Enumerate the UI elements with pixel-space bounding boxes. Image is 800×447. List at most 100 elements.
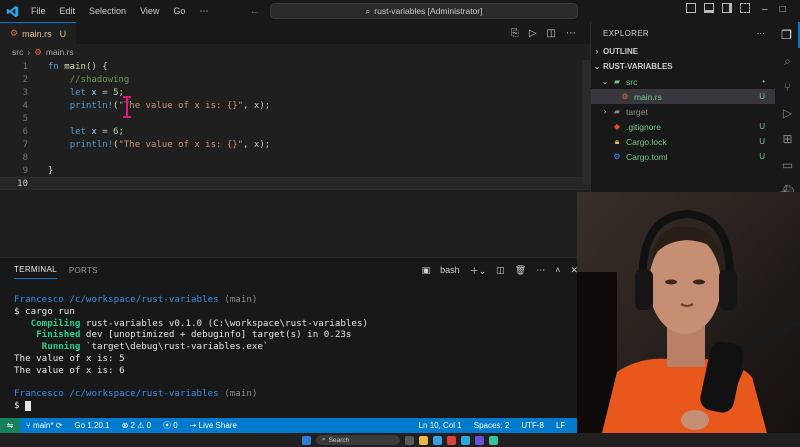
new-terminal-icon[interactable]: ＋⌄	[470, 264, 487, 277]
code-token: println!	[69, 100, 114, 111]
explorer-icon[interactable]: ❐	[775, 22, 800, 48]
menu-file[interactable]: File	[24, 6, 53, 17]
toggle-panel-icon[interactable]	[704, 3, 714, 13]
warnings-count: ⚠ 0	[137, 421, 152, 430]
toggle-secondary-sidebar-icon[interactable]	[722, 3, 732, 13]
terminal-text: (main)	[218, 388, 258, 400]
terminal-prompt: $	[14, 400, 26, 412]
more-icon[interactable]: ⋯	[536, 265, 545, 276]
terminal-cursor	[25, 400, 32, 411]
split-terminal-icon[interactable]: ◫	[496, 265, 505, 276]
outline-section[interactable]: › OUTLINE	[591, 44, 775, 59]
tree-item-main-rs[interactable]: ⚙ main.rs U	[591, 89, 775, 104]
tree-item-gitignore[interactable]: ◆ .gitignore U	[591, 119, 775, 134]
tree-item-target[interactable]: › ▰ target	[591, 104, 775, 119]
run-icon[interactable]: ▷	[529, 28, 537, 39]
code-line: 1 fn main() {	[0, 60, 590, 73]
split-editor-icon[interactable]: ◫	[547, 28, 556, 39]
remote-indicator-icon[interactable]: ⇋	[0, 418, 20, 433]
code-line: 5	[0, 112, 590, 125]
terminal-text: Francesco	[14, 388, 64, 400]
os-taskbar: ⌕ Search	[0, 433, 800, 447]
run-debug-icon[interactable]: ▷	[775, 100, 800, 126]
code-token: let	[69, 87, 86, 98]
terminal-text: Compiling	[14, 317, 81, 329]
menu-edit[interactable]: Edit	[53, 6, 83, 17]
code-editor[interactable]: 1 fn main() { 2 //shadowing 3 let x = 5; …	[0, 60, 590, 190]
toggle-primary-sidebar-icon[interactable]	[686, 3, 696, 13]
menu-go[interactable]: Go	[166, 6, 192, 17]
more-actions-icon[interactable]: ⋯	[566, 28, 576, 39]
maximize-panel-icon[interactable]: ˄	[555, 265, 560, 275]
editor-scrollbar[interactable]	[582, 60, 590, 185]
editor-area: ⚙ main.rs U ⎘ ▷ ◫ ⋯ src › ⚙ main.rs 1 fn …	[0, 22, 590, 257]
remote-explorer-icon[interactable]: ▭	[775, 152, 800, 178]
chevron-right-icon: ›	[603, 107, 607, 116]
tree-item-cargo-toml[interactable]: ⚙ Cargo.toml U	[591, 149, 775, 164]
terminal-line: Compiling rust-variables v0.1.0 (C:\work…	[14, 318, 368, 330]
git-status: U	[759, 92, 765, 101]
tree-item-label: Cargo.lock	[626, 136, 667, 147]
tree-item-label: Cargo.toml	[626, 151, 668, 162]
menu-bar: File Edit Selection View Go ⋯	[24, 6, 215, 17]
folder-icon: ▰	[613, 107, 621, 116]
menu-selection[interactable]: Selection	[82, 6, 133, 17]
tab-git-status: U	[59, 28, 67, 39]
status-bar-right: Ln 10, Col 1 Spaces: 2 UTF-8 LF rs	[413, 421, 590, 430]
source-control-icon[interactable]: ⑂	[775, 74, 800, 100]
browser-icon[interactable]	[433, 435, 442, 445]
customize-layout-icon[interactable]	[740, 3, 750, 13]
tree-item-src[interactable]: ⌄ ▰ src •	[591, 74, 775, 89]
minimize-icon[interactable]: –	[762, 4, 768, 15]
start-icon[interactable]	[302, 435, 311, 445]
tree-item-cargo-lock[interactable]: 🔒︎ Cargo.lock U	[591, 134, 775, 149]
git-status: U	[759, 152, 765, 161]
tab-main-rs[interactable]: ⚙ main.rs U	[0, 22, 77, 44]
explorer-more-icon[interactable]: ⋯	[757, 29, 765, 38]
live-share-label: Live Share	[198, 421, 237, 430]
git-branch-status[interactable]: ⑂ main* ⟳	[20, 421, 68, 430]
rust-file-icon: ⚙	[34, 46, 42, 57]
menu-more[interactable]: ⋯	[192, 6, 215, 17]
eol-status[interactable]: LF	[550, 421, 571, 430]
breadcrumb-file[interactable]: main.rs	[46, 47, 74, 57]
encoding-status[interactable]: UTF-8	[515, 421, 550, 430]
maximize-icon[interactable]: □	[780, 4, 786, 15]
chevron-down-icon: ⌄	[593, 62, 601, 71]
app-icon[interactable]	[489, 435, 498, 445]
file-explorer-icon[interactable]	[419, 435, 428, 445]
terminal-text: Finished	[14, 329, 81, 341]
code-token: "The value of x is: {}"	[118, 100, 244, 111]
command-center[interactable]: ⌕ rust-variables [Administrator]	[270, 3, 578, 19]
project-section[interactable]: ⌄ RUST-VARIABLES	[591, 59, 775, 74]
line-number: 9	[22, 165, 28, 176]
go-version-status[interactable]: Go 1.20.1	[68, 421, 115, 430]
app-icon[interactable]	[447, 435, 456, 445]
indentation-status[interactable]: Spaces: 2	[468, 421, 516, 430]
trash-icon[interactable]: 🗑︎	[515, 265, 526, 276]
line-number: 4	[22, 100, 28, 111]
cursor-position-status[interactable]: Ln 10, Col 1	[413, 421, 468, 430]
app-icon[interactable]	[475, 435, 484, 445]
panel-actions: ▣ bash ＋⌄ ◫ 🗑︎ ⋯ ˄ ✕	[422, 264, 590, 277]
chevron-down-icon: ⌄	[601, 77, 609, 86]
taskbar-search[interactable]: ⌕ Search	[316, 435, 400, 445]
breadcrumb-src[interactable]: src	[12, 47, 23, 57]
live-share-status[interactable]: ⇢ Live Share	[184, 421, 243, 430]
open-changes-icon[interactable]: ⎘	[511, 28, 519, 39]
terminal-output[interactable]: Francesco /c/workspace/rust-variables (m…	[14, 294, 368, 412]
terminal-text: Running	[14, 341, 81, 353]
tab-terminal[interactable]: TERMINAL	[14, 261, 57, 279]
terminal-shell-label[interactable]: bash	[440, 265, 460, 275]
line-number: 8	[22, 152, 28, 163]
nav-back-icon[interactable]: ←	[249, 5, 260, 17]
task-view-icon[interactable]	[405, 435, 414, 445]
extensions-icon[interactable]: ⊞	[775, 126, 800, 152]
search-icon[interactable]: ⌕	[775, 48, 800, 74]
menu-view[interactable]: View	[133, 6, 166, 17]
problems-status[interactable]: ⊗ 2 ⚠ 0	[116, 421, 157, 430]
code-token: , x);	[243, 139, 271, 150]
vscode-taskbar-icon[interactable]	[461, 435, 470, 445]
ports-status[interactable]: ⦿ 0	[157, 420, 184, 431]
tab-ports[interactable]: PORTS	[69, 262, 98, 279]
